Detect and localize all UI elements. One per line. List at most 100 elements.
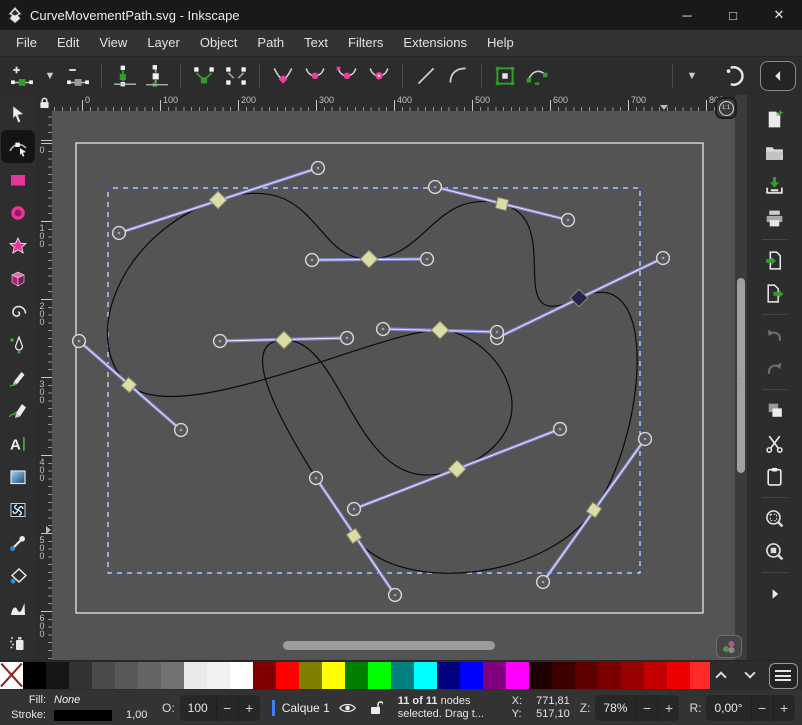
palette-swatch[interactable]: [276, 662, 299, 689]
tool-pen[interactable]: [1, 328, 35, 361]
zoom-increase-button[interactable]: +: [657, 695, 679, 721]
join-nodes-button[interactable]: [109, 60, 141, 92]
palette-swatch[interactable]: [92, 662, 115, 689]
export-button[interactable]: [758, 277, 792, 310]
tool-selector[interactable]: [1, 97, 35, 130]
node-corner-button[interactable]: [267, 60, 299, 92]
palette-swatch[interactable]: [0, 662, 23, 689]
palette-swatch[interactable]: [184, 662, 207, 689]
collapse-panel-button[interactable]: [760, 61, 796, 91]
palette-swatch[interactable]: [598, 662, 621, 689]
tool-3d-box[interactable]: [1, 262, 35, 295]
palette-swatch[interactable]: [529, 662, 552, 689]
menu-item-file[interactable]: File: [6, 30, 47, 56]
rotation-value[interactable]: 0,00°: [706, 701, 750, 715]
segment-curve-button[interactable]: [442, 60, 474, 92]
open-document-button[interactable]: [758, 136, 792, 169]
palette-swatch[interactable]: [69, 662, 92, 689]
palette-swatch[interactable]: [345, 662, 368, 689]
tool-text[interactable]: A: [1, 427, 35, 460]
rotation-increase-button[interactable]: +: [773, 695, 795, 721]
menu-item-view[interactable]: View: [89, 30, 137, 56]
undo-button[interactable]: [758, 319, 792, 352]
drawing-canvas[interactable]: [52, 111, 735, 660]
opacity-value[interactable]: 100: [180, 701, 216, 715]
join-with-segment-button[interactable]: [188, 60, 220, 92]
path-node[interactable]: [495, 197, 508, 210]
more-commands-button[interactable]: [758, 577, 792, 610]
tool-rectangle[interactable]: [1, 163, 35, 196]
zoom-1-1-button[interactable]: 1:1: [715, 97, 737, 119]
palette-swatch[interactable]: [368, 662, 391, 689]
zoom-value[interactable]: 78%: [595, 701, 635, 715]
node-auto-smooth-button[interactable]: [363, 60, 395, 92]
rotation-spinbox[interactable]: 0,00° − +: [706, 695, 794, 721]
palette-swatch[interactable]: [414, 662, 437, 689]
import-button[interactable]: [758, 244, 792, 277]
menu-item-extensions[interactable]: Extensions: [393, 30, 477, 56]
tool-node-editor[interactable]: [1, 130, 35, 163]
stroke-width-value[interactable]: 1,00: [126, 709, 147, 721]
menu-item-help[interactable]: Help: [477, 30, 524, 56]
snap-controls-button[interactable]: [716, 635, 742, 658]
break-nodes-button[interactable]: [141, 60, 173, 92]
tool-spray[interactable]: [1, 625, 35, 658]
menu-item-edit[interactable]: Edit: [47, 30, 89, 56]
duplicate-button[interactable]: [758, 394, 792, 427]
save-document-button[interactable]: [758, 169, 792, 202]
palette-swatch[interactable]: [483, 662, 506, 689]
cut-button[interactable]: [758, 427, 792, 460]
palette-swatch[interactable]: [299, 662, 322, 689]
delete-node-button[interactable]: [62, 60, 94, 92]
horizontal-scrollbar[interactable]: [283, 641, 495, 650]
ruler-lock-toggle[interactable]: [36, 95, 52, 111]
maximize-button[interactable]: □: [710, 0, 756, 30]
tool-star[interactable]: [1, 229, 35, 262]
paste-button[interactable]: [758, 460, 792, 493]
palette-swatch[interactable]: [690, 662, 710, 689]
menu-item-layer[interactable]: Layer: [137, 30, 190, 56]
panel-grip[interactable]: [738, 371, 741, 386]
palette-swatch[interactable]: [46, 662, 69, 689]
stroke-color-swatch[interactable]: [54, 710, 112, 721]
palette-swatch[interactable]: [460, 662, 483, 689]
palette-swatch[interactable]: [437, 662, 460, 689]
palette-swatch[interactable]: [667, 662, 690, 689]
palette-swatch[interactable]: [391, 662, 414, 689]
vertical-scrollbar[interactable]: [735, 95, 747, 660]
palette-scroll-up-button[interactable]: [710, 664, 733, 688]
tool-dropper[interactable]: [1, 526, 35, 559]
horizontal-ruler[interactable]: 0100200300400500600700800: [52, 95, 735, 111]
segment-line-button[interactable]: [410, 60, 442, 92]
tool-spiral[interactable]: [1, 295, 35, 328]
palette-swatch[interactable]: [138, 662, 161, 689]
show-transform-handles-button[interactable]: [718, 60, 750, 92]
fill-stroke-indicator[interactable]: Fill: None Stroke: 1,00: [4, 693, 152, 722]
palette-menu-button[interactable]: [769, 663, 798, 689]
tool-pencil[interactable]: [1, 361, 35, 394]
minimize-button[interactable]: ─: [664, 0, 710, 30]
zoom-decrease-button[interactable]: −: [635, 695, 657, 721]
zoom-selection-button[interactable]: [758, 502, 792, 535]
layer-visibility-toggle[interactable]: [337, 697, 359, 719]
layer-name[interactable]: Calque 1: [282, 701, 330, 715]
menu-item-path[interactable]: Path: [247, 30, 294, 56]
tool-gradient[interactable]: [1, 460, 35, 493]
tool-paint-bucket[interactable]: [1, 559, 35, 592]
new-document-button[interactable]: [758, 103, 792, 136]
fill-value[interactable]: None: [54, 694, 80, 706]
opacity-decrease-button[interactable]: −: [216, 695, 238, 721]
menu-item-object[interactable]: Object: [190, 30, 248, 56]
tool-mesh-gradient[interactable]: [1, 493, 35, 526]
tool-ellipse[interactable]: [1, 196, 35, 229]
palette-swatch[interactable]: [207, 662, 230, 689]
menu-item-filters[interactable]: Filters: [338, 30, 393, 56]
object-to-path-button[interactable]: [489, 60, 521, 92]
tool-tweak[interactable]: [1, 592, 35, 625]
vertical-ruler[interactable]: 0100200300400500600: [36, 111, 52, 660]
insert-node-button[interactable]: [6, 60, 38, 92]
flatten-curves-button[interactable]: [521, 60, 553, 92]
palette-swatch[interactable]: [230, 662, 253, 689]
palette-swatch[interactable]: [621, 662, 644, 689]
palette-swatch[interactable]: [23, 662, 46, 689]
